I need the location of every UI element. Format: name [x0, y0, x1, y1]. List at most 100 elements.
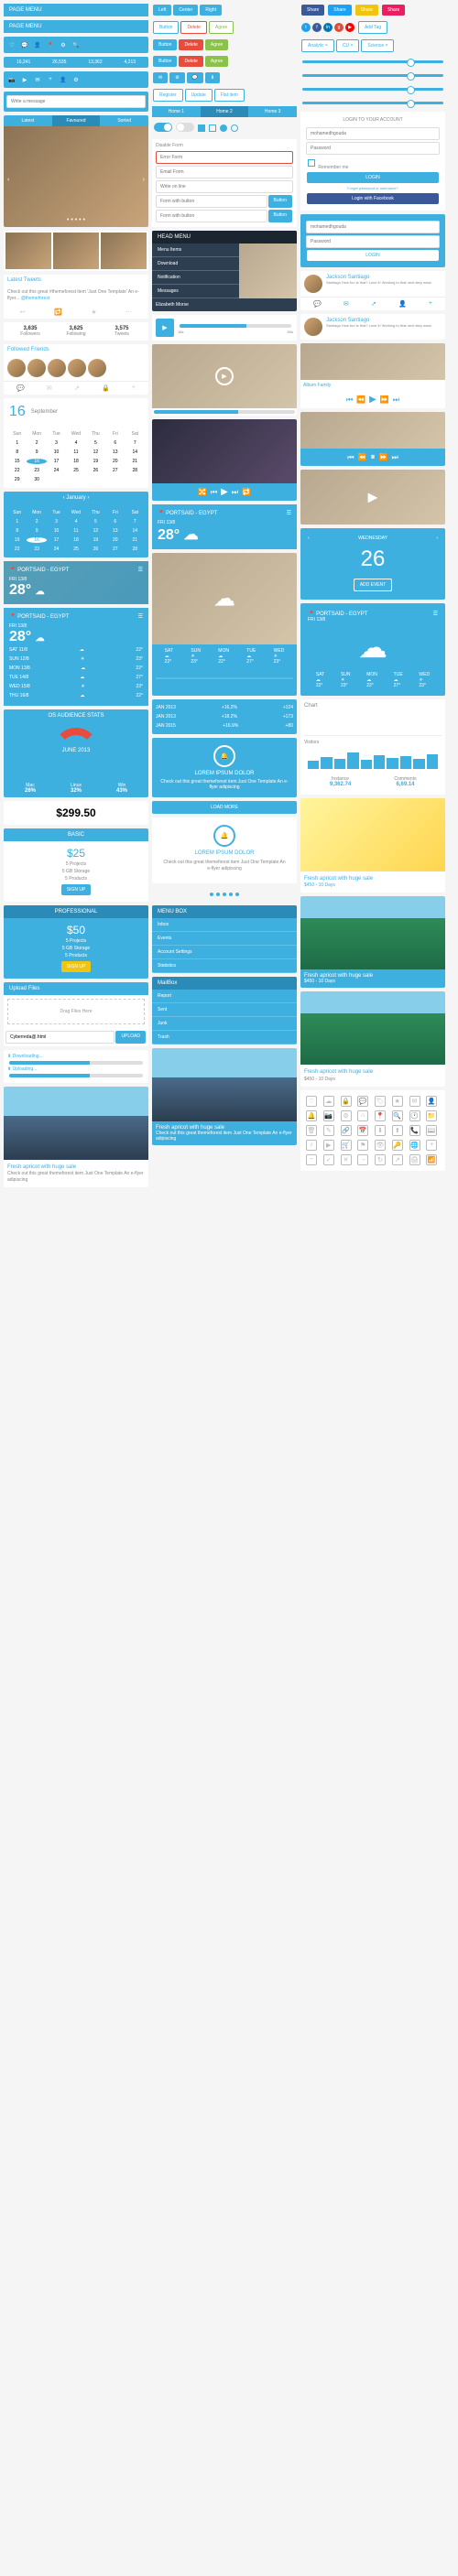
retweet-icon[interactable]: 🔁	[54, 308, 62, 316]
shuffle-icon[interactable]: 🔀	[198, 488, 207, 496]
location-icon[interactable]: 📍	[45, 39, 56, 50]
menu-item[interactable]: Menu Items	[152, 244, 239, 257]
tab-sorted[interactable]: Sorted	[100, 115, 148, 126]
mail-icon[interactable]: ✉	[47, 384, 52, 392]
more-icon[interactable]: ⋯	[125, 308, 132, 316]
tab-favoured[interactable]: Favoured	[52, 115, 101, 126]
slider[interactable]	[302, 60, 443, 63]
mail-icon[interactable]: ✉	[32, 74, 43, 85]
prev-month-icon[interactable]: ‹	[63, 495, 65, 501]
page-menu-bar-2[interactable]: PAGE MENU	[4, 20, 148, 33]
right-button[interactable]: Right	[200, 5, 222, 16]
slider[interactable]	[302, 74, 443, 77]
tab-latest[interactable]: Latest	[4, 115, 52, 126]
text-input[interactable]	[156, 180, 293, 193]
checkbox[interactable]	[198, 124, 205, 132]
message-input[interactable]	[6, 95, 146, 108]
menu-item[interactable]: Download	[152, 257, 239, 271]
gear-icon[interactable]: ⚙	[71, 74, 82, 85]
center-button[interactable]: Center	[173, 5, 198, 16]
menu-item[interactable]: Statistics	[152, 959, 297, 973]
play-icon[interactable]: ▶	[156, 319, 174, 337]
video-icon[interactable]: ▶	[19, 74, 30, 85]
avatar[interactable]	[304, 318, 322, 336]
addtag-button[interactable]: Add Tag	[358, 21, 387, 34]
carousel-dots[interactable]: • • • • •	[67, 217, 85, 223]
login-button[interactable]: LOGIN	[307, 172, 439, 183]
play-icon[interactable]: ▶	[221, 487, 228, 497]
signup-button[interactable]: SIGN UP	[61, 961, 92, 972]
avatar[interactable]	[48, 359, 66, 377]
mail-item[interactable]: Junk	[152, 1017, 297, 1031]
thumb[interactable]	[101, 233, 147, 269]
avatar[interactable]	[68, 359, 86, 377]
mail-item[interactable]: Trash	[152, 1031, 297, 1044]
radio[interactable]	[231, 124, 238, 132]
share-button[interactable]: Share	[355, 5, 378, 16]
lock-icon[interactable]: 🔒	[102, 384, 110, 392]
radio[interactable]	[220, 124, 227, 132]
share-fb-button[interactable]: Share	[301, 5, 324, 16]
slider[interactable]	[302, 102, 443, 104]
slider[interactable]	[302, 88, 443, 91]
password-input[interactable]	[306, 142, 440, 155]
thumb[interactable]	[5, 233, 51, 269]
prev-icon[interactable]: ⏮	[211, 488, 217, 497]
menu-item[interactable]: Messages	[152, 285, 239, 298]
chat-icon[interactable]: 💬	[19, 39, 30, 50]
mail-item[interactable]: Report	[152, 990, 297, 1003]
twitter-icon[interactable]: t	[301, 23, 311, 32]
share-button[interactable]: Share	[382, 5, 405, 16]
next-icon[interactable]: ›	[143, 177, 145, 183]
avatar[interactable]	[7, 359, 26, 377]
password-input[interactable]	[306, 235, 440, 248]
share-icon[interactable]: ↗	[74, 384, 80, 392]
avatar[interactable]	[304, 275, 322, 293]
play-icon[interactable]: ▶	[215, 367, 234, 385]
toggle[interactable]	[176, 123, 194, 132]
camera-icon[interactable]: 📷	[6, 74, 17, 85]
form-button[interactable]: Button	[268, 195, 292, 208]
login-button[interactable]: LOGIN	[307, 250, 439, 261]
linkedin-icon[interactable]: in	[323, 23, 333, 32]
menu-item[interactable]: Events	[152, 932, 297, 946]
fb-login-button[interactable]: Login with Facebook	[307, 193, 439, 204]
forgot-link[interactable]: Forget password or username?	[306, 186, 440, 190]
chat-icon[interactable]: 💬	[16, 384, 25, 392]
search-icon[interactable]: 🔍	[71, 39, 82, 50]
file-input[interactable]	[5, 1031, 114, 1044]
toggle[interactable]	[154, 123, 172, 132]
star-icon[interactable]: ★	[91, 308, 96, 316]
settings-icon[interactable]: ⚙	[58, 39, 69, 50]
error-input[interactable]	[156, 151, 293, 164]
menu-item[interactable]: Notification	[152, 271, 239, 285]
email-input[interactable]	[156, 166, 293, 179]
add-icon[interactable]: +	[132, 384, 136, 392]
combo-input[interactable]	[156, 210, 267, 222]
play-icon[interactable]: ▶	[368, 490, 378, 505]
next-icon[interactable]: ⏭	[232, 488, 238, 497]
mail-item[interactable]: Sent	[152, 1003, 297, 1017]
remember-checkbox[interactable]	[308, 159, 315, 167]
add-event-button[interactable]: ADD EVENT	[354, 579, 393, 591]
google-icon[interactable]: g	[334, 23, 344, 32]
menu-icon[interactable]: ☰	[138, 567, 143, 573]
combo-input[interactable]	[156, 195, 267, 208]
load-more-button[interactable]: LOAD MORE	[152, 801, 297, 814]
repeat-icon[interactable]: 🔁	[242, 488, 251, 496]
share-tw-button[interactable]: Share	[328, 5, 351, 16]
heart-icon[interactable]: ♡	[6, 39, 17, 50]
facebook-icon[interactable]: f	[312, 23, 322, 32]
username-input[interactable]	[306, 221, 440, 233]
reply-icon[interactable]: ↩	[20, 308, 26, 316]
checkbox[interactable]	[209, 124, 216, 132]
signup-button[interactable]: SIGN UP	[61, 884, 92, 895]
prev-icon[interactable]: ‹	[7, 177, 9, 183]
profile-icon[interactable]: 👤	[32, 39, 43, 50]
avatar[interactable]	[88, 359, 106, 377]
page-menu-bar[interactable]: PAGE MENU	[4, 4, 148, 16]
form-button[interactable]: Button	[268, 210, 292, 222]
menu-item[interactable]: Inbox	[152, 918, 297, 932]
plus-icon[interactable]: +	[45, 74, 56, 85]
thumb[interactable]	[53, 233, 99, 269]
